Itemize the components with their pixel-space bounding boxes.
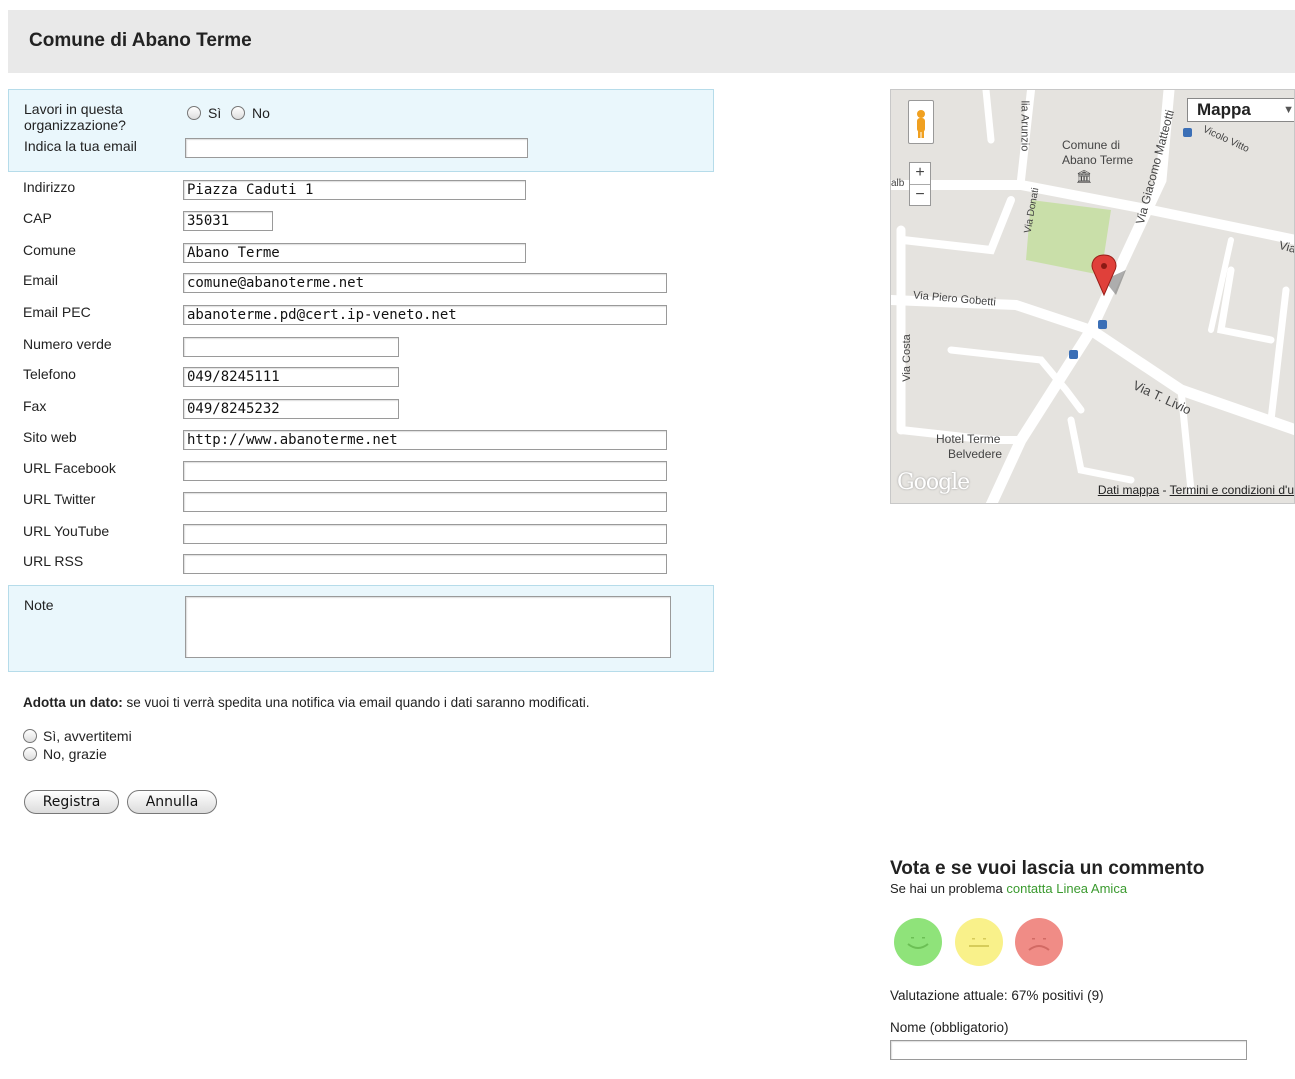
url-twitter-input[interactable] [183, 492, 667, 512]
work-question-label: Lavori in questa organizzazione? [24, 101, 126, 133]
map[interactable]: + − Mappa ▼ Comune di Abano Terme 🏛 Via … [890, 89, 1295, 504]
comune-label: Comune [23, 242, 76, 258]
map-label-comune-2: Abano Terme [1062, 153, 1134, 167]
rating-text: Valutazione attuale: 67% positivi (9) [890, 988, 1104, 1003]
email-label: Email [23, 272, 59, 288]
map-data-link[interactable]: Dati mappa [1098, 483, 1159, 497]
your-email-label: Indica la tua email [24, 138, 137, 154]
zoom-in-button[interactable]: + [910, 163, 930, 185]
map-terms-link[interactable]: Termini e condizioni d'u [1170, 483, 1294, 497]
work-yes-radio[interactable] [187, 106, 201, 120]
note-label: Note [24, 597, 54, 613]
url-twitter-label: URL Twitter [23, 491, 96, 507]
org-box: Lavori in questa organizzazione? Sì No I… [8, 89, 714, 172]
url-facebook-label: URL Facebook [23, 460, 116, 476]
vote-subtitle-text: Se hai un problema [890, 881, 1007, 896]
url-youtube-input[interactable] [183, 524, 667, 544]
page-title: Comune di Abano Terme [29, 30, 252, 51]
linea-amica-link[interactable]: contatta Linea Amica [1006, 881, 1127, 896]
fax-input[interactable]: 049/8245232 [183, 399, 399, 419]
telefono-input[interactable]: 049/8245111 [183, 367, 399, 387]
email-pec-input[interactable]: abanoterme.pd@cert.ip-veneto.net [183, 305, 667, 325]
map-label-comune: Comune di [1062, 138, 1121, 152]
adopt-yes-radio[interactable] [23, 729, 37, 743]
note-box: Note [8, 585, 714, 672]
email-input[interactable]: comune@abanoterme.net [183, 273, 667, 293]
cap-input[interactable]: 35031 [183, 211, 273, 231]
page-header: Comune di Abano Terme [8, 10, 1295, 73]
street-view-pegman-icon[interactable] [908, 100, 934, 144]
adopt-no-label: No, grazie [43, 746, 107, 762]
work-yes-label: Sì [208, 105, 222, 121]
name-label: Nome (obbligatorio) [890, 1020, 1009, 1035]
indirizzo-label: Indirizzo [23, 179, 76, 195]
telefono-label: Telefono [23, 366, 76, 382]
indirizzo-input[interactable]: Piazza Caduti 1 [183, 180, 526, 200]
zoom-control: + − [909, 162, 931, 206]
vote-subtitle: Se hai un problema contatta Linea Amica [890, 881, 1127, 896]
url-youtube-label: URL YouTube [23, 523, 110, 539]
adopt-yes-label: Sì, avvertitemi [43, 728, 132, 744]
note-textarea[interactable] [185, 596, 671, 658]
adopt-no-radio[interactable] [23, 747, 37, 761]
url-facebook-input[interactable] [183, 461, 667, 481]
town-hall-icon: 🏛 [1076, 169, 1093, 184]
map-type-label: Mappa [1197, 100, 1251, 119]
adopt-bold: Adotta un dato: [23, 695, 123, 710]
map-label-hotel: Hotel Terme [936, 432, 1001, 446]
zoom-out-button[interactable]: − [910, 185, 930, 206]
map-type-selector[interactable]: Mappa ▼ [1187, 98, 1294, 122]
url-rss-label: URL RSS [23, 553, 84, 569]
your-email-input[interactable] [185, 138, 528, 158]
happy-face-icon[interactable] [894, 918, 942, 966]
map-label-alb: alb [891, 178, 905, 189]
map-label-hotel-2: Belvedere [948, 447, 1003, 461]
map-label-via-costa: Via Costa [900, 334, 913, 382]
adopt-description: se vuoi ti verrà spedita una notifica vi… [122, 695, 590, 710]
map-footer: Dati mappa - Termini e condizioni d'u [1098, 483, 1294, 497]
sito-web-label: Sito web [23, 429, 77, 445]
work-no-radio[interactable] [231, 106, 245, 120]
google-logo: Google [897, 470, 970, 495]
adopt-text: Adotta un dato: se vuoi ti verrà spedita… [23, 695, 590, 710]
map-footer-sep: - [1159, 483, 1170, 497]
map-label-arunzio: lia Arunzio [1018, 100, 1031, 152]
neutral-face-icon[interactable] [955, 918, 1003, 966]
cancel-button[interactable]: Annulla [127, 790, 217, 814]
numero-verde-label: Numero verde [23, 336, 112, 352]
comune-input[interactable]: Abano Terme [183, 243, 526, 263]
sad-face-icon[interactable] [1015, 918, 1063, 966]
vote-title: Vota e se vuoi lascia un commento [890, 858, 1205, 879]
name-input[interactable] [890, 1040, 1247, 1060]
work-no-label: No [252, 105, 270, 121]
email-pec-label: Email PEC [23, 304, 91, 320]
chevron-down-icon: ▼ [1283, 104, 1294, 116]
sito-web-input[interactable]: http://www.abanoterme.net [183, 430, 667, 450]
fax-label: Fax [23, 398, 47, 414]
cap-label: CAP [23, 210, 52, 226]
numero-verde-input[interactable] [183, 337, 399, 357]
url-rss-input[interactable] [183, 554, 667, 574]
register-button[interactable]: Registra [24, 790, 119, 814]
